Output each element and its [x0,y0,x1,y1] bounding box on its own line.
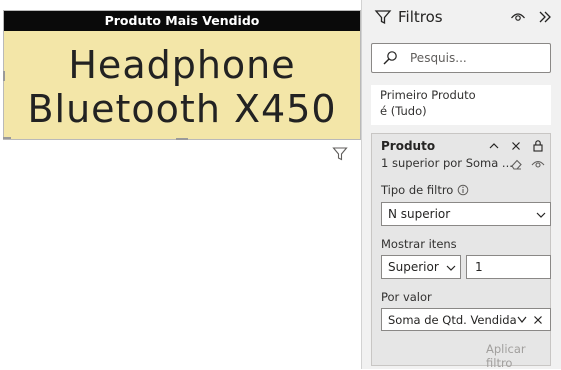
filter-type-label-text: Tipo de filtro [381,183,454,197]
product-filter-name: Produto [381,139,436,153]
page-filter-card[interactable]: Primeiro Produto é (Tudo) [371,85,551,125]
chevron-down-icon [446,265,456,271]
close-icon[interactable] [510,140,522,152]
eye-icon[interactable] [531,159,545,170]
chevron-down-icon [536,212,546,218]
collapse-chevrons-icon[interactable] [537,9,553,25]
card-value-line2: Bluetooth X450 [27,87,337,131]
show-items-direction-value: Superior [388,260,439,274]
card-value: Headphone Bluetooth X450 [4,43,360,131]
funnel-icon[interactable] [332,146,348,162]
search-input[interactable]: Pesquis... [371,43,551,73]
lock-icon[interactable] [532,139,544,152]
resize-handle-bottom-left[interactable] [3,137,11,139]
close-icon[interactable] [533,315,543,325]
apply-filter-button[interactable]: Aplicar filtro [486,342,550,370]
by-value-field-chip[interactable]: Soma de Qtd. Vendida [381,308,551,331]
funnel-icon [374,10,392,25]
search-placeholder: Pesquis... [410,51,467,65]
product-filter-summary: 1 superior por Soma ... [381,156,513,170]
eraser-icon[interactable] [510,158,523,170]
page-filter-value: é (Tudo) [380,104,427,118]
resize-handle-bottom[interactable] [176,138,188,140]
card-title: Produto Mais Vendido [4,11,360,31]
show-items-direction-dropdown[interactable]: Superior [381,255,461,279]
resize-handle-left[interactable] [3,71,5,81]
chevron-down-icon[interactable] [516,315,528,325]
show-items-label: Mostrar itens [381,237,457,251]
search-icon [383,51,397,65]
pane-title: Filtros [374,8,443,26]
product-filter-card: Produto 1 superior por Soma ... Tipo de … [371,133,551,370]
eye-icon[interactable] [510,10,526,24]
card-value-line1: Headphone [68,43,296,87]
by-value-label: Por valor [381,290,432,304]
card-visual[interactable]: Produto Mais Vendido Headphone Bluetooth… [3,10,361,140]
info-icon[interactable] [457,184,469,196]
by-value-field-name: Soma de Qtd. Vendida [388,312,517,327]
filter-type-value: N superior [388,207,451,221]
filter-type-label: Tipo de filtro [381,183,469,197]
filter-type-dropdown[interactable]: N superior [381,202,551,226]
page-filter-name: Primeiro Produto [380,88,476,102]
pane-title-label: Filtros [398,8,443,26]
filters-pane: Filtros Pesquis... Primeiro Produto é (T… [361,0,561,370]
chevron-up-icon[interactable] [488,140,500,152]
show-items-count-input[interactable]: 1 [466,255,551,279]
